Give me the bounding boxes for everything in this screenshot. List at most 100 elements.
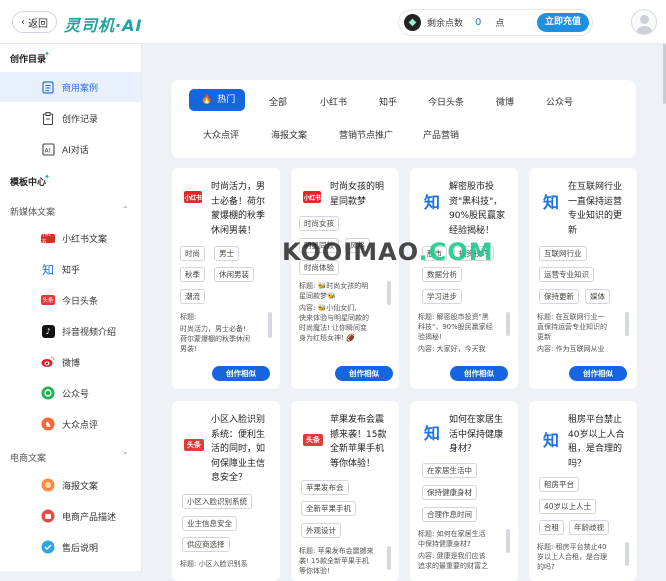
card-text-line: 标题:	[180, 313, 197, 321]
create-similar-button[interactable]: 创作相似	[569, 366, 627, 381]
tag-chip: 业主信息安全	[182, 516, 237, 531]
tag-chip: 秋季	[180, 267, 205, 282]
card-text-line: 身为红毯女神! 🏈	[299, 334, 355, 342]
tag-chip: 运营专业知识	[539, 267, 594, 282]
tab-zhihu[interactable]: 知乎	[379, 95, 397, 108]
tag-chip: 数据分析	[422, 267, 462, 282]
tag-chip: 潮流	[180, 289, 205, 304]
card-text-line: 科技"，90%股民赢家经	[418, 323, 493, 331]
card-scrollbar[interactable]	[625, 542, 629, 566]
tab-wechat[interactable]: 公众号	[546, 95, 573, 108]
section-template-title: 模板中心 ✦	[10, 173, 51, 188]
case-card[interactable]: 头条 苹果发布会震撼来袭！15款全新苹果手机等你体验！ 苹果发布会 全新苹果手机…	[291, 401, 399, 581]
tab-xiaohongshu[interactable]: 小红书	[320, 95, 347, 108]
chevron-up-icon[interactable]: ⌃	[122, 205, 129, 214]
sidebar-item-aftersale[interactable]: 售后说明	[0, 532, 141, 562]
main-content: 🔥 热门 全部 小红书 知乎 今日头条 微博 公众号 大众点评 海报文案 营销节点…	[142, 44, 666, 581]
sidebar-item-label: 今日头条	[62, 296, 99, 307]
card-title: 苹果发布会震撼来袭！15款全新苹果手机等你体验！	[330, 415, 387, 469]
case-card[interactable]: 知 如何在家居生活中保持健康身材？ 在家居生活中 保持健康身材 合理作息时间 标…	[410, 401, 518, 581]
group-newmedia-title[interactable]: 新媒体文案	[10, 205, 55, 218]
card-text-line: 时尚活力，男士必备!	[180, 325, 246, 333]
card-text-line: 等你体验!	[299, 567, 330, 575]
zhihu-icon: 知	[542, 431, 559, 450]
sidebar-item-toutiao[interactable]: 头条 今日头条	[0, 285, 141, 315]
card-title: 租房平台禁止40岁以上人合租，是合理的吗？	[568, 415, 625, 469]
toutiao-icon: 头条	[41, 293, 55, 307]
card-text-line: 验揭秘!	[418, 333, 442, 341]
create-similar-button[interactable]: 创作相似	[450, 366, 508, 381]
sidebar-item-zhihu[interactable]: 知 知乎	[0, 254, 141, 284]
sidebar-item-poster[interactable]: 海报文案	[0, 470, 141, 500]
card-scrollbar[interactable]	[387, 281, 391, 305]
watermark: KOOIMAO.COM	[282, 238, 494, 266]
card-text-line: 内容: 作为互联网从业	[537, 345, 605, 353]
tab-poster[interactable]: 海报文案	[271, 128, 307, 141]
svg-text:♞: ♞	[45, 420, 52, 429]
sidebar-item-product[interactable]: 电商产品描述	[0, 501, 141, 531]
group-ecommerce-title[interactable]: 电商文案	[10, 451, 46, 464]
card-title: 解密股市投资"黑科技"，90%股民赢家经验揭秘！	[449, 182, 506, 236]
zhihu-icon: 知	[423, 424, 440, 443]
card-text-line: 标题: 解密股市投资"黑	[418, 313, 489, 321]
card-scrollbar[interactable]	[268, 312, 272, 338]
user-avatar[interactable]	[631, 9, 657, 35]
card-text-line: 男装!	[180, 345, 197, 353]
zhihu-icon: 知	[542, 193, 559, 212]
recharge-button[interactable]: 立即充值	[536, 13, 589, 32]
case-card[interactable]: 头条 小区入脸识别系统：便利生活的同时，如何保障业主信息安全？ 小区入脸识别系统…	[172, 401, 280, 581]
points-value: 0	[475, 17, 482, 28]
chevron-up-icon[interactable]: ⌃	[122, 451, 129, 460]
case-card[interactable]: 小红书 时尚活力，男士必备！荷尔蒙爆棚的秋季休闲男装！ 时尚 男士 秋季 休闲男…	[172, 168, 280, 389]
sidebar-item-wechat[interactable]: 公众号	[0, 378, 141, 408]
poster-icon	[41, 478, 55, 492]
card-scrollbar[interactable]	[506, 312, 510, 336]
tag-chip: 休闲男装	[214, 267, 254, 282]
douyin-icon: ♪	[41, 324, 55, 338]
toutiao-icon: 头条	[303, 434, 323, 446]
zhihu-icon: 知	[41, 262, 54, 277]
sidebar-item-label: 商用案例	[62, 83, 99, 94]
sidebar-item-ai-chat[interactable]: AI AI对话	[0, 134, 141, 164]
card-title: 时尚女孩的明星同款梦	[330, 182, 385, 207]
create-similar-button[interactable]: 创作相似	[212, 366, 270, 381]
card-text-line: 直保持运营专业知识的	[537, 323, 607, 331]
card-scrollbar[interactable]	[387, 546, 391, 570]
card-text-line: 荷尔蒙爆棚的秋季休闲	[180, 335, 250, 343]
case-card[interactable]: 知 租房平台禁止40岁以上人合租，是合理的吗？ 租房平台 40岁以上人士 合租 …	[529, 401, 637, 581]
tab-product-marketing[interactable]: 产品营销	[423, 128, 459, 141]
tag-chip: 供应商选择	[182, 537, 230, 552]
sidebar-item-xiaohongshu[interactable]: 小红书 小红书文案	[0, 223, 141, 253]
case-card[interactable]: 小红书 时尚女孩的明星同款梦 时尚女孩 明星同款 风格 时尚体验 标题: 🐝时尚…	[291, 168, 399, 389]
tag-chip: 40岁以上人士	[539, 499, 597, 514]
card-text-line: 标题: 小区入脸识别系	[180, 560, 248, 568]
card-text-line: 星同款梦🐝	[299, 292, 336, 300]
sidebar-item-label: 抖音视频介绍	[62, 327, 117, 338]
tab-toutiao[interactable]: 今日头条	[428, 95, 464, 108]
card-text-line: 中保持健康身材?	[418, 540, 471, 548]
sidebar-item-douyin[interactable]: ♪ 抖音视频介绍	[0, 316, 141, 346]
back-button[interactable]: ‹ 返回	[12, 11, 57, 33]
sidebar-item-dianping[interactable]: ♞ 大众点评	[0, 409, 141, 439]
tab-all[interactable]: 全部	[269, 95, 287, 108]
sidebar-item-records[interactable]: 创作记录	[0, 103, 141, 133]
tag-chip: 互联网行业	[539, 246, 587, 261]
case-card[interactable]: 知 在互联网行业一直保持运营专业知识的更新 互联网行业 运营专业知识 保持更新 …	[529, 168, 637, 389]
tab-marketing-node[interactable]: 营销节点推广	[339, 128, 393, 141]
sidebar-item-business-cases[interactable]: 商用案例	[0, 72, 141, 102]
create-similar-button[interactable]: 创作相似	[335, 366, 393, 381]
xiaohongshu-icon: 小红书	[303, 191, 321, 203]
tab-dianping[interactable]: 大众点评	[203, 128, 239, 141]
sidebar-item-weibo[interactable]: 微博	[0, 347, 141, 377]
diamond-icon: ◆	[404, 14, 421, 31]
tab-weibo[interactable]: 微博	[496, 95, 514, 108]
tab-hot[interactable]: 🔥 热门	[189, 89, 246, 111]
card-scrollbar[interactable]	[625, 312, 629, 336]
case-card[interactable]: 知 解密股市投资"黑科技"，90%股民赢家经验揭秘！ 股市 投资技巧 数据分析 …	[410, 168, 518, 389]
card-scrollbar[interactable]	[506, 529, 510, 553]
tag-chip: 苹果发布会	[301, 480, 349, 495]
weibo-icon	[41, 355, 55, 369]
product-icon	[41, 509, 55, 523]
card-text-line: 标题: 如何在家居生活	[418, 530, 486, 538]
card-text-line: 袭! 15款全新苹果手机	[299, 557, 369, 565]
